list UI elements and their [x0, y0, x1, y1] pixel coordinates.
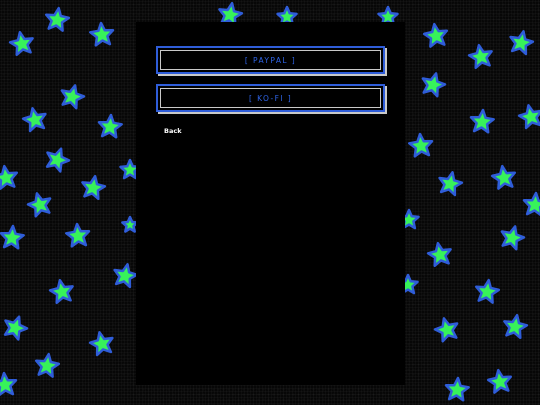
star-icon	[8, 30, 34, 57]
page-background: [ PAYPAL ] [ KO-FI ] Back	[0, 0, 540, 405]
star-icon	[509, 30, 535, 56]
star-icon	[433, 317, 459, 343]
content-panel: [ PAYPAL ] [ KO-FI ] Back	[136, 22, 405, 385]
star-icon	[500, 225, 526, 251]
star-icon	[3, 315, 29, 341]
kofi-button-label: [ KO-FI ]	[248, 93, 293, 103]
star-icon	[444, 376, 470, 402]
star-icon	[26, 192, 52, 218]
star-icon	[517, 104, 540, 130]
star-icon	[0, 224, 25, 250]
star-icon	[44, 6, 71, 32]
star-icon	[113, 263, 139, 289]
back-link[interactable]: Back	[164, 127, 182, 135]
star-icon	[97, 113, 123, 139]
star-icon	[0, 371, 18, 396]
star-icon	[522, 191, 540, 216]
star-icon	[421, 72, 447, 98]
star-icon	[34, 352, 61, 378]
star-icon	[422, 22, 449, 48]
star-icon	[88, 331, 114, 357]
star-icon	[469, 108, 495, 134]
paypal-button[interactable]: [ PAYPAL ]	[156, 46, 385, 74]
star-icon	[486, 368, 513, 394]
star-icon	[467, 43, 493, 70]
star-icon	[21, 107, 47, 133]
star-icon	[490, 164, 517, 190]
star-icon	[60, 84, 86, 110]
kofi-button[interactable]: [ KO-FI ]	[156, 84, 385, 112]
star-icon	[438, 171, 464, 197]
star-icon	[474, 278, 501, 304]
star-icon	[0, 164, 19, 190]
star-icon	[45, 147, 71, 173]
star-icon	[48, 278, 74, 305]
star-icon	[408, 132, 434, 158]
star-icon	[426, 241, 452, 268]
paypal-button-label: [ PAYPAL ]	[244, 55, 297, 65]
star-icon	[81, 174, 107, 201]
star-icon	[503, 313, 529, 340]
star-icon	[89, 21, 115, 47]
star-icon	[65, 222, 91, 248]
